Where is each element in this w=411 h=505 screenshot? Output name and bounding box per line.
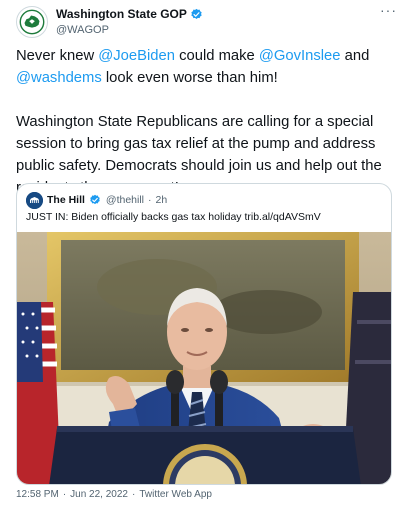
author-display-name[interactable]: Washington State GOP bbox=[56, 7, 187, 21]
quoted-verified-badge-icon bbox=[89, 194, 102, 207]
tweet-text: Never knew @JoeBiden could make @GovInsl… bbox=[16, 45, 396, 199]
author-handle[interactable]: @WAGOP bbox=[56, 24, 203, 36]
more-options-icon[interactable]: ··· bbox=[380, 2, 397, 18]
tweet: Washington State GOP @WAGOP ··· Never kn… bbox=[0, 0, 411, 505]
tweet-text-segment: look even worse than him! bbox=[101, 70, 278, 86]
verified-badge-icon bbox=[190, 8, 203, 21]
tweet-source[interactable]: Twitter Web App bbox=[139, 489, 212, 500]
mention-link[interactable]: @JoeBiden bbox=[98, 48, 175, 64]
press-briefing-photo[interactable] bbox=[17, 232, 391, 484]
mention-link[interactable]: @washdems bbox=[16, 70, 102, 86]
the-hill-logo-icon bbox=[26, 191, 43, 209]
the-hill-avatar bbox=[26, 191, 43, 209]
quoted-tweet-header: The Hill @thehill · 2h bbox=[26, 191, 168, 209]
quoted-separator: · bbox=[148, 194, 152, 206]
tweet-footer: 12:58 PM · Jun 22, 2022 · Twitter Web Ap… bbox=[16, 489, 212, 500]
quoted-timestamp[interactable]: 2h bbox=[156, 194, 168, 206]
tweet-text-segment: and bbox=[340, 48, 370, 64]
footer-separator: · bbox=[62, 489, 67, 500]
tweet-text-segment: could make bbox=[174, 48, 259, 64]
author-block: Washington State GOP @WAGOP bbox=[56, 6, 203, 36]
mention-link[interactable]: @GovInslee bbox=[259, 48, 341, 64]
author-name-row: Washington State GOP bbox=[56, 6, 203, 22]
footer-separator: · bbox=[131, 489, 136, 500]
tweet-date[interactable]: Jun 22, 2022 bbox=[70, 489, 128, 500]
author-avatar[interactable] bbox=[16, 6, 48, 38]
quoted-tweet-card[interactable]: The Hill @thehill · 2h JUST IN: Biden of… bbox=[16, 183, 392, 485]
quoted-tweet-text: JUST IN: Biden officially backs gas tax … bbox=[26, 211, 321, 223]
tweet-time[interactable]: 12:58 PM bbox=[16, 489, 59, 500]
tweet-text-segment: Never knew bbox=[16, 48, 99, 64]
state-seal-logo-icon bbox=[17, 7, 47, 37]
quoted-display-name[interactable]: The Hill bbox=[47, 194, 85, 206]
tweet-paragraph-1: Never knew @JoeBiden could make @GovInsl… bbox=[16, 45, 396, 89]
quoted-handle[interactable]: @thehill bbox=[106, 194, 144, 206]
